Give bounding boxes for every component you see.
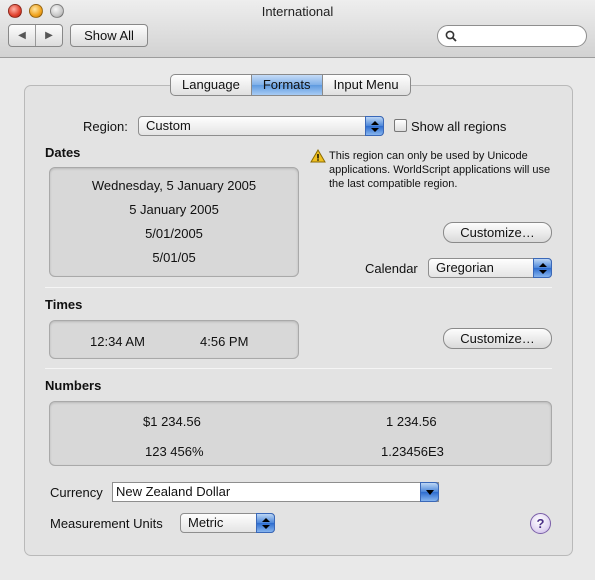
show-all-button[interactable]: Show All (70, 24, 148, 47)
search-icon (445, 30, 457, 42)
measurement-value: Metric (188, 515, 224, 530)
popup-arrows-icon (533, 258, 552, 278)
times-samples-box: 12:34 AM 4:56 PM (49, 320, 299, 359)
show-all-regions-checkbox[interactable] (394, 119, 407, 132)
region-warning-text: This region can only be used by Unicode … (329, 150, 551, 190)
tab-language[interactable]: Language (171, 75, 252, 95)
calendar-label: Calendar (365, 261, 418, 276)
measurement-popup[interactable]: Metric (180, 513, 275, 533)
window-titlebar: International ◀ ▶ Show All (0, 0, 595, 58)
section-divider (45, 287, 552, 288)
back-forward-control: ◀ ▶ (8, 24, 63, 47)
numbers-samples-box: $1 234.56 1 234.56 123 456% 1.23456E3 (49, 401, 552, 466)
times-customize-button[interactable]: Customize… (443, 328, 552, 349)
warning-icon (310, 149, 326, 163)
tab-input-menu[interactable]: Input Menu (323, 75, 410, 95)
tab-bar: Language Formats Input Menu (170, 74, 411, 96)
calendar-value: Gregorian (436, 260, 494, 275)
forward-button[interactable]: ▶ (36, 30, 62, 41)
chevron-down-icon (420, 482, 439, 502)
section-divider (45, 368, 552, 369)
dates-customize-button[interactable]: Customize… (443, 222, 552, 243)
time-sample-pm: 4:56 PM (200, 334, 249, 349)
dates-samples-box: Wednesday, 5 January 2005 5 January 2005… (49, 167, 299, 277)
window-title: International (261, 4, 334, 19)
back-button[interactable]: ◀ (9, 30, 35, 41)
date-sample-long: 5 January 2005 (129, 202, 219, 217)
date-sample-medium: 5/01/2005 (145, 226, 203, 241)
currency-value: New Zealand Dollar (116, 484, 231, 499)
number-sample-currency: $1 234.56 (143, 414, 201, 429)
time-sample-am: 12:34 AM (90, 334, 145, 349)
calendar-popup[interactable]: Gregorian (428, 258, 552, 278)
number-sample-percent: 123 456% (145, 444, 204, 459)
show-all-regions-label: Show all regions (411, 119, 507, 134)
date-sample-full: Wednesday, 5 January 2005 (91, 178, 257, 193)
currency-combobox[interactable]: New Zealand Dollar (112, 482, 439, 502)
region-popup[interactable]: Custom (138, 116, 384, 136)
number-sample-scientific: 1.23456E3 (381, 444, 444, 459)
currency-label: Currency (50, 485, 103, 500)
times-heading: Times (45, 297, 83, 312)
region-value: Custom (146, 118, 191, 133)
help-button[interactable]: ? (530, 513, 551, 534)
dates-heading: Dates (45, 145, 81, 160)
numbers-heading: Numbers (45, 378, 102, 393)
region-label: Region: (83, 119, 128, 134)
popup-arrows-icon (256, 513, 275, 533)
measurement-label: Measurement Units (50, 516, 163, 531)
number-sample-decimal: 1 234.56 (386, 414, 437, 429)
popup-arrows-icon (365, 116, 384, 136)
date-sample-short: 5/01/05 (152, 250, 196, 265)
currency-dropdown-button[interactable] (420, 482, 439, 502)
tab-formats[interactable]: Formats (251, 75, 323, 95)
search-field[interactable] (437, 25, 587, 47)
